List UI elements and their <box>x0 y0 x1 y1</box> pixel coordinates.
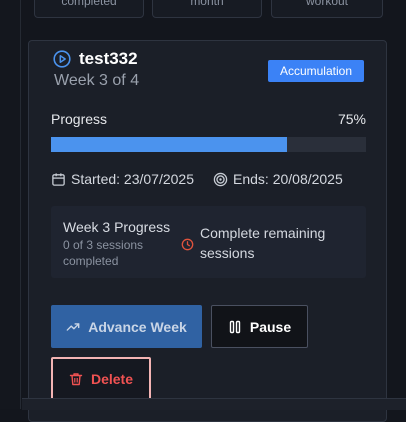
stat-card-label: completed <box>61 0 117 8</box>
sessions-completed: 0 of 3 sessions completed <box>63 238 144 268</box>
delete-button[interactable]: Delete <box>51 357 151 400</box>
play-circle-icon <box>53 50 71 68</box>
week-progress-title: Week 3 Progress <box>63 219 171 235</box>
pause-label: Pause <box>249 318 292 335</box>
phase-badge: Accumulation <box>267 60 364 82</box>
stat-card-workout: workout <box>271 0 383 18</box>
trending-up-icon <box>66 322 80 331</box>
pause-icon <box>229 320 241 333</box>
pause-button[interactable]: Pause <box>211 305 308 348</box>
week-indicator: Week 3 of 4 <box>54 72 140 89</box>
program-card: test332 Week 3 of 4 Accumulation Progres… <box>28 40 387 422</box>
end-date: Ends: 20/08/2025 <box>213 171 343 187</box>
end-date-text: Ends: 20/08/2025 <box>233 171 343 187</box>
calendar-icon <box>52 172 65 186</box>
start-date: Started: 23/07/2025 <box>51 171 194 187</box>
bottom-panel-edge <box>22 398 406 410</box>
advance-week-button[interactable]: Advance Week <box>51 305 202 348</box>
stat-card-completed: completed <box>34 0 144 18</box>
week-status-text: Complete remaining sessions <box>200 225 326 261</box>
start-date-text: Started: 23/07/2025 <box>71 171 194 187</box>
delete-label: Delete <box>90 370 134 387</box>
stat-card-label: workout <box>305 0 349 8</box>
left-panel-edge <box>0 0 21 409</box>
target-icon <box>213 172 228 186</box>
trash-icon <box>69 372 83 385</box>
program-title: test332 <box>79 49 138 68</box>
program-title-row: test332 <box>53 49 138 69</box>
stat-card-month: month <box>152 0 262 18</box>
week-status: Complete remaining sessions <box>181 223 350 263</box>
advance-week-label: Advance Week <box>88 318 187 335</box>
stat-card-label: month <box>190 0 224 8</box>
clock-icon <box>181 238 194 251</box>
progress-bar-fill <box>51 137 288 152</box>
week-progress-box: Week 3 Progress 0 of 3 sessions complete… <box>51 206 366 278</box>
progress-label: Progress <box>51 111 108 127</box>
progress-bar <box>51 137 366 152</box>
progress-percent: 75% <box>337 111 366 127</box>
